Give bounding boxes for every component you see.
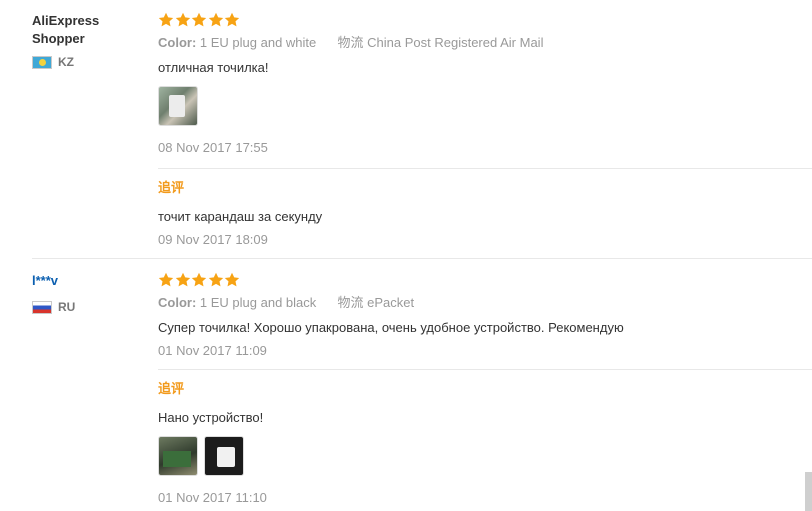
- additional-review-date: 09 Nov 2017 18:09: [158, 232, 268, 247]
- color-label: Color:: [158, 295, 197, 310]
- review-text: Супер точилка! Хорошо упакрована, очень …: [158, 320, 624, 335]
- review-date: 01 Nov 2017 11:09: [158, 343, 267, 358]
- additional-review-content: 追评 точит карандаш за секунду 09 Nov 2017…: [158, 179, 812, 249]
- star-icon: [175, 272, 190, 287]
- divider: [158, 369, 812, 370]
- review-content: Color: 1 EU plug and black 物流 ePacket Су…: [158, 272, 812, 360]
- order-attributes: Color: 1 EU plug and black 物流 ePacket: [158, 294, 812, 312]
- review-photos: [158, 436, 812, 476]
- additional-review-text: Нано устройство!: [158, 410, 264, 425]
- star-icon: [158, 272, 174, 287]
- additional-review-label: 追评: [158, 180, 185, 195]
- review-photo-thumbnail[interactable]: [204, 436, 244, 476]
- russia-flag-icon: [32, 300, 52, 314]
- scrollbar[interactable]: [805, 472, 812, 511]
- country-code: KZ: [58, 55, 74, 69]
- logistics-label: 物流: [337, 295, 364, 310]
- review-content: Color: 1 EU plug and white 物流 China Post…: [158, 12, 812, 157]
- logistics-value: China Post Registered Air Mail: [367, 35, 544, 50]
- star-rating: [158, 12, 812, 28]
- reviewer-name: AliExpress Shopper: [32, 12, 142, 48]
- additional-review-date: 01 Nov 2017 11:10: [158, 490, 267, 505]
- review-photo-thumbnail[interactable]: [158, 436, 198, 476]
- logistics-value: ePacket: [367, 295, 415, 310]
- review-photos: [158, 86, 812, 126]
- logistics-label: 物流: [337, 35, 364, 50]
- review-date: 08 Nov 2017 17:55: [158, 140, 268, 155]
- star-icon: [191, 12, 207, 27]
- reviewer-info: AliExpress Shopper KZ: [32, 12, 142, 70]
- reviewer-country: RU: [32, 299, 142, 315]
- star-rating: [158, 272, 812, 288]
- star-icon: [224, 12, 240, 27]
- star-icon: [158, 12, 174, 27]
- star-icon: [208, 12, 223, 27]
- star-icon: [175, 12, 190, 27]
- star-icon: [191, 272, 207, 287]
- kazakhstan-flag-icon: [32, 55, 52, 69]
- reviewer-name[interactable]: l***v: [32, 272, 142, 290]
- divider: [158, 168, 812, 169]
- color-value: 1 EU plug and white: [199, 35, 317, 50]
- reviewer-info: l***v RU: [32, 272, 142, 315]
- star-icon: [208, 272, 223, 287]
- reviewer-name-line1: AliExpress: [32, 13, 100, 28]
- color-label: Color:: [158, 35, 197, 50]
- additional-review-text: точит карандаш за секунду: [158, 209, 323, 224]
- additional-review-label: 追评: [158, 381, 185, 396]
- review-photo-thumbnail[interactable]: [158, 86, 198, 126]
- review-separator: [32, 258, 812, 259]
- reviewer-country: KZ: [32, 54, 142, 70]
- review-text: отличная точилка!: [158, 60, 269, 75]
- color-value: 1 EU plug and black: [199, 295, 317, 310]
- order-attributes: Color: 1 EU plug and white 物流 China Post…: [158, 34, 812, 52]
- reviewer-name-line2: Shopper: [32, 31, 85, 46]
- additional-review-content: 追评 Нано устройство! 01 Nov 2017 11:10: [158, 380, 812, 507]
- star-icon: [224, 272, 240, 287]
- country-code: RU: [58, 300, 76, 314]
